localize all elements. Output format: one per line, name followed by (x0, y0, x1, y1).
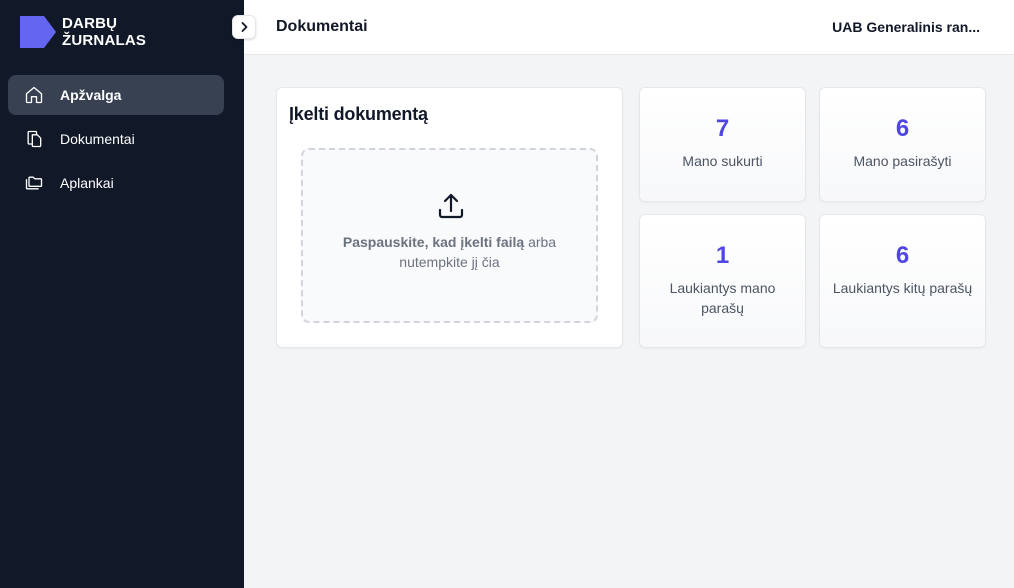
upload-icon (438, 193, 464, 219)
sidebar-nav: Apžvalga Dokumentai Aplankai (8, 75, 224, 207)
stat-value: 1 (715, 242, 730, 269)
stat-card-laukiantys-mano-parasu[interactable]: 1 Laukiantys mano parašų (639, 214, 806, 348)
chevron-right-icon (241, 22, 248, 32)
home-icon (25, 86, 43, 104)
top-header: Dokumentai UAB Generalinis ran... (244, 0, 1014, 55)
stat-label: Laukiantys mano parašų (669, 280, 776, 316)
stat-label: Mano sukurti (682, 153, 763, 169)
sidebar-toggle-button[interactable] (232, 15, 256, 39)
stat-value: 6 (895, 242, 910, 269)
company-selector[interactable]: UAB Generalinis ran... (832, 19, 980, 35)
upload-card: Įkelti dokumentą Paspauskite, kad įkelti… (276, 87, 623, 348)
sidebar-item-aplankai[interactable]: Aplankai (8, 163, 224, 203)
brand-logo[interactable]: DARBŲ ŽURNALAS (20, 15, 146, 49)
dropzone-cta[interactable]: Paspauskite, kad įkelti failą (343, 234, 524, 250)
stat-card-laukiantys-kitu-parasu[interactable]: 6 Laukiantys kitų parašų (819, 214, 986, 348)
logo-mark-icon (20, 16, 56, 48)
folders-icon (25, 176, 43, 190)
page-title: Dokumentai (276, 18, 368, 35)
dropzone-text: Paspauskite, kad įkelti failą arba nutem… (323, 232, 576, 272)
stat-label: Laukiantys kitų parašų (832, 280, 973, 296)
stat-card-mano-sukurti[interactable]: 7 Mano sukurti (639, 87, 806, 202)
stat-label: Mano pasirašyti (853, 153, 952, 169)
brand-name: DARBŲ ŽURNALAS (62, 15, 146, 49)
file-dropzone[interactable]: Paspauskite, kad įkelti failą arba nutem… (301, 148, 598, 323)
stat-value: 6 (895, 115, 910, 142)
sidebar: DARBŲ ŽURNALAS Apžvalga Dokumentai Aplan… (0, 0, 244, 588)
sidebar-item-label: Dokumentai (60, 131, 135, 147)
sidebar-item-apzvalga[interactable]: Apžvalga (8, 75, 224, 115)
brand-line-2: ŽURNALAS (62, 32, 147, 49)
sidebar-item-label: Apžvalga (60, 87, 122, 103)
brand-line-1: DARBŲ (62, 15, 118, 32)
stat-card-mano-pasirasyti[interactable]: 6 Mano pasirašyti (819, 87, 986, 202)
upload-card-title: Įkelti dokumentą (289, 104, 428, 124)
stat-value: 7 (715, 115, 730, 142)
sidebar-item-label: Aplankai (60, 175, 114, 191)
sidebar-item-dokumentai[interactable]: Dokumentai (8, 119, 224, 159)
documents-icon (27, 130, 42, 148)
